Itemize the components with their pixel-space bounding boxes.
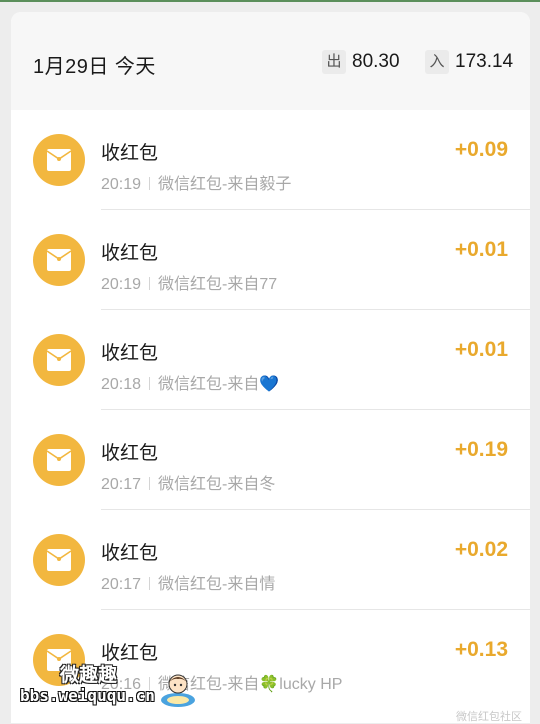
list-item[interactable]: 收红包 20:17 微信红包-来自情 +0.02 xyxy=(11,510,530,610)
top-border xyxy=(0,0,540,2)
item-time: 20:19 xyxy=(101,176,142,193)
meta-divider xyxy=(149,177,151,190)
item-meta: 20:18 微信红包-来自💙 xyxy=(101,370,279,394)
watermark-url: bbs.weiququ.cn xyxy=(20,686,155,705)
site-watermark: 微趣趣 bbs.weiququ.cn xyxy=(20,658,195,718)
red-packet-icon xyxy=(33,334,85,386)
list-item[interactable]: 收红包 20:18 微信红包-来自💙 +0.01 xyxy=(11,310,530,410)
red-packet-icon xyxy=(33,234,85,286)
item-title: 收红包 xyxy=(101,443,159,464)
list-item[interactable]: 收红包 20:19 微信红包-来自77 +0.01 xyxy=(11,210,530,310)
item-amount: +0.01 xyxy=(454,338,508,361)
item-desc: 微信红包-来自77 xyxy=(158,276,278,293)
day-date: 1月29日 今天 xyxy=(33,56,156,78)
list-item[interactable]: 收红包 20:17 微信红包-来自冬 +0.19 xyxy=(11,410,530,510)
item-desc: 微信红包-来自💙 xyxy=(158,376,280,393)
meta-divider xyxy=(149,277,151,290)
bill-card: 1月29日 今天 出 80.30 入 173.14 收红包 20:19 微信红包-… xyxy=(11,12,530,723)
list-item[interactable]: 收红包 20:19 微信红包-来自毅子 +0.09 xyxy=(11,110,530,210)
transaction-list: 收红包 20:19 微信红包-来自毅子 +0.09 收红包 20:19 微信红包-来… xyxy=(11,110,530,710)
item-time: 20:18 xyxy=(101,376,142,393)
meta-divider xyxy=(149,577,151,590)
item-meta: 20:19 微信红包-来自77 xyxy=(101,270,277,294)
out-value: 80.30 xyxy=(352,51,400,72)
item-meta: 20:19 微信红包-来自毅子 xyxy=(101,170,291,194)
red-packet-icon xyxy=(33,534,85,586)
expense-total: 出 80.30 xyxy=(322,50,400,74)
item-amount: +0.13 xyxy=(454,638,508,661)
item-amount: +0.09 xyxy=(454,138,508,161)
item-meta: 20:17 微信红包-来自冬 xyxy=(101,470,275,494)
item-amount: +0.01 xyxy=(454,238,508,261)
item-desc: 微信红包-来自情 xyxy=(158,576,276,593)
day-header: 1月29日 今天 出 80.30 入 173.14 xyxy=(11,12,530,110)
out-tag: 出 xyxy=(322,50,346,74)
corner-watermark: 微信红包社区 xyxy=(456,711,522,723)
item-desc: 微信红包-来自毅子 xyxy=(158,176,292,193)
red-packet-icon xyxy=(33,434,85,486)
item-time: 20:19 xyxy=(101,276,142,293)
item-time: 20:17 xyxy=(101,576,142,593)
item-title: 收红包 xyxy=(101,243,159,264)
item-desc: 微信红包-来自冬 xyxy=(158,476,276,493)
in-tag: 入 xyxy=(425,50,449,74)
meta-divider xyxy=(149,477,151,490)
red-packet-icon xyxy=(33,134,85,186)
meta-divider xyxy=(149,377,151,390)
item-meta: 20:17 微信红包-来自情 xyxy=(101,570,275,594)
item-title: 收红包 xyxy=(101,343,159,364)
mascot-icon xyxy=(160,670,196,708)
income-total: 入 173.14 xyxy=(425,50,513,74)
item-title: 收红包 xyxy=(101,543,159,564)
in-value: 173.14 xyxy=(455,51,514,72)
item-amount: +0.02 xyxy=(454,538,508,561)
item-time: 20:17 xyxy=(101,476,142,493)
item-amount: +0.19 xyxy=(454,438,508,461)
item-title: 收红包 xyxy=(101,143,159,164)
watermark-title: 微趣趣 xyxy=(60,665,118,686)
